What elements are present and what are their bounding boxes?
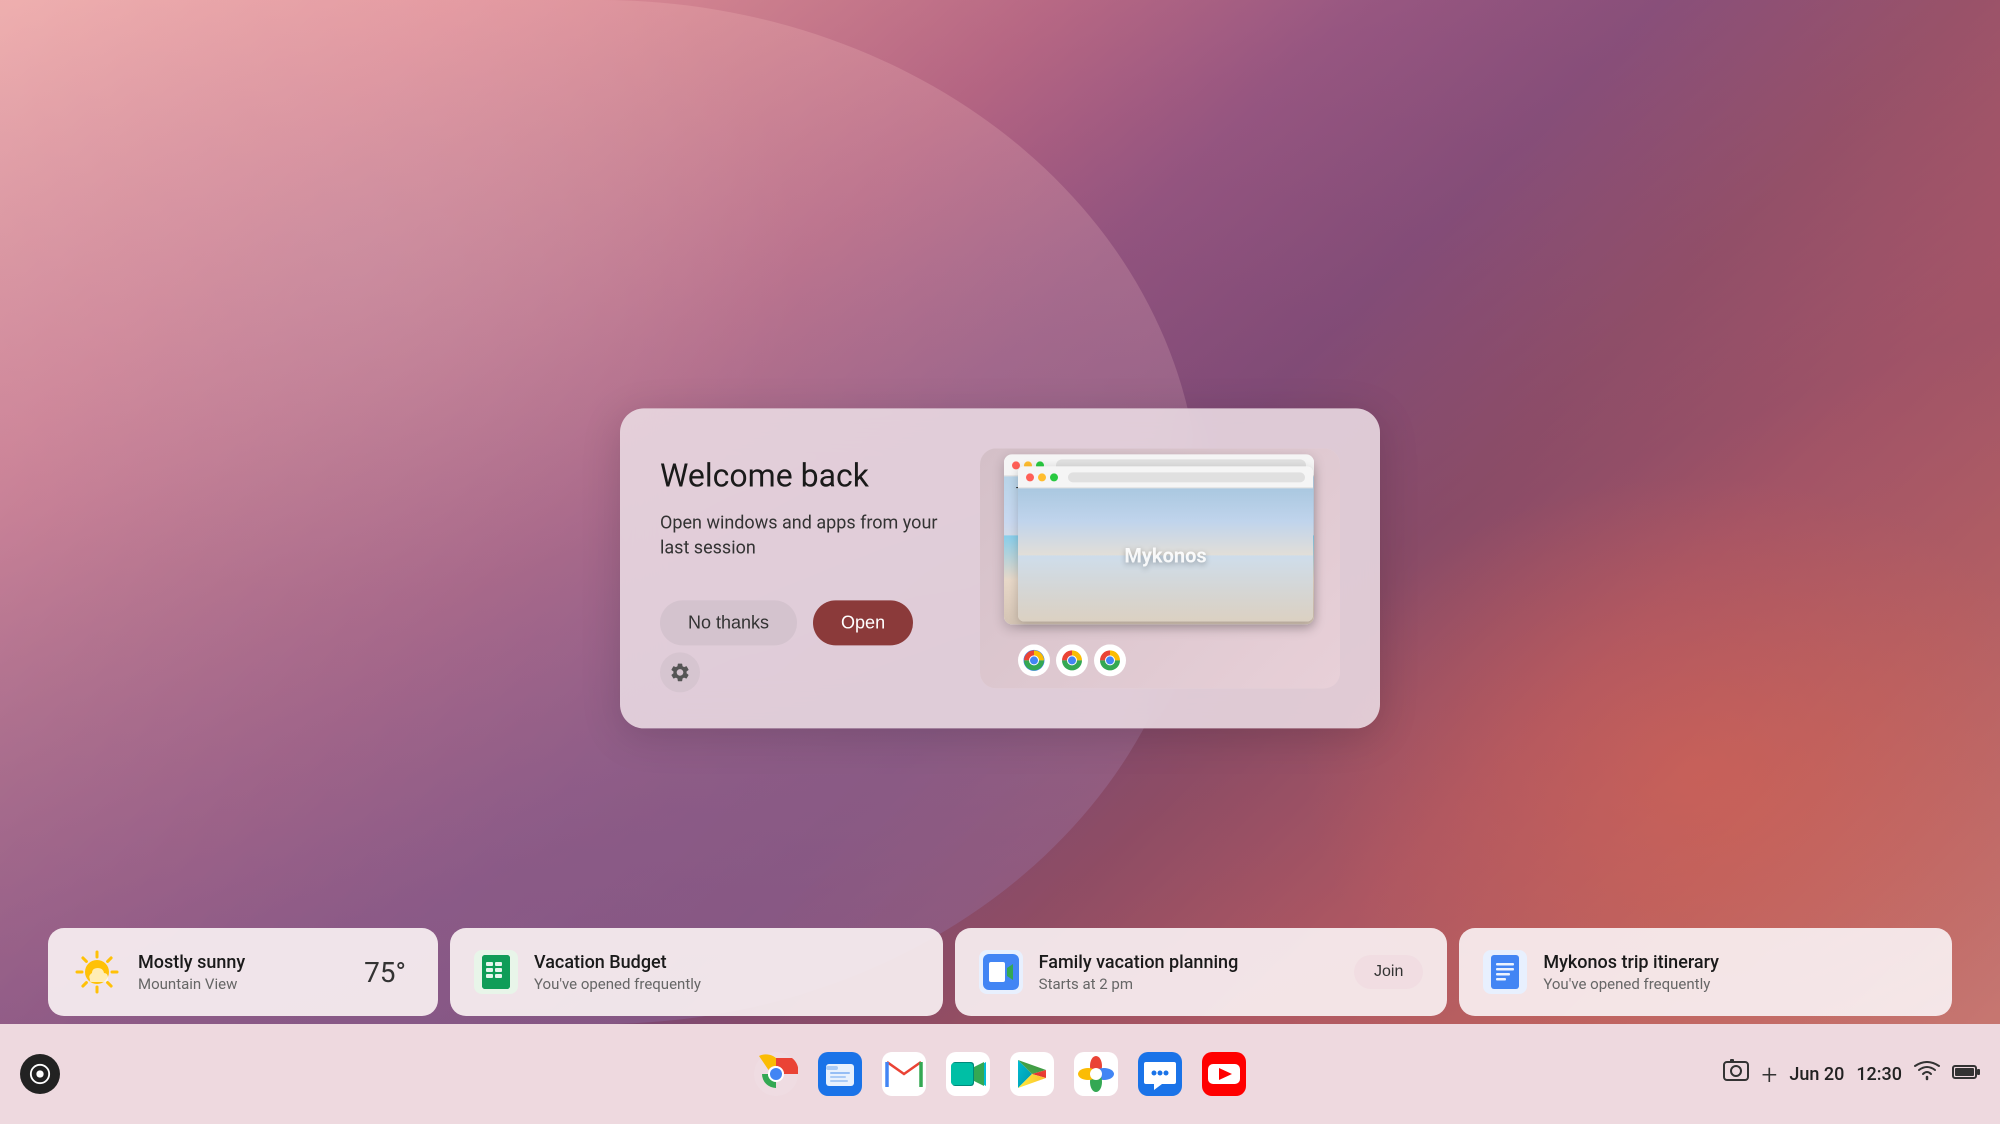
vacation-budget-text: Vacation Budget You've opened frequently [534,952,919,993]
family-vacation-card[interactable]: Family vacation planning Starts at 2 pm … [955,928,1448,1016]
screenshot-icon[interactable] [1722,1057,1750,1091]
family-vacation-text: Family vacation planning Starts at 2 pm [1039,952,1338,993]
browser-url-front [1068,472,1305,482]
chrome-icon-3 [1094,644,1126,676]
mykonos-itinerary-card[interactable]: Mykonos trip itinerary You've opened fre… [1459,928,1952,1016]
mykonos-label: Mykonos [1124,543,1206,567]
dialog-settings-button[interactable] [660,652,700,692]
welcome-dialog: Welcome back Open windows and apps from … [620,408,1380,728]
browser-window-front: Mykonos [1018,466,1313,621]
sheets-icon [474,950,518,994]
suggestion-bar: Mostly sunny Mountain View 75° Vacation … [48,928,1952,1016]
vacation-budget-title: Vacation Budget [534,952,919,973]
shelf-apps [748,1046,1252,1102]
dialog-left: Welcome back Open windows and apps from … [660,448,948,645]
gmail-app-icon[interactable] [876,1046,932,1102]
screenshot-preview: TRAVEL THE WORLD Mykonos Mykonos [980,448,1340,688]
files-app-icon[interactable] [812,1046,868,1102]
shelf-right: + Jun 20 12:30 [1722,1057,1980,1091]
session-preview: TRAVEL THE WORLD Mykonos Mykonos [980,448,1340,688]
wifi-icon[interactable] [1914,1061,1940,1087]
vacation-budget-card[interactable]: Vacation Budget You've opened frequently [450,928,943,1016]
weather-text: Mostly sunny Mountain View [138,952,348,993]
join-button[interactable]: Join [1354,955,1423,989]
no-thanks-button[interactable]: No thanks [660,601,797,646]
open-button[interactable]: Open [813,601,913,646]
shelf: + Jun 20 12:30 [0,1024,2000,1124]
photos-app-icon[interactable] [1068,1046,1124,1102]
preview-chrome-icons [1018,644,1126,676]
meet-icon [979,950,1023,994]
messages-app-icon[interactable] [1132,1046,1188,1102]
max-dot-front [1050,473,1058,481]
weather-icon [72,947,122,997]
family-vacation-subtitle: Starts at 2 pm [1039,975,1338,993]
battery-icon[interactable] [1952,1062,1980,1087]
min-dot-front [1038,473,1046,481]
browser-toolbar-front [1018,466,1313,488]
mykonos-itinerary-title: Mykonos trip itinerary [1543,952,1928,973]
chrome-icon-1 [1018,644,1050,676]
shelf-left [20,1054,60,1094]
front-browser-content: Mykonos [1018,488,1313,621]
close-dot-front [1026,473,1034,481]
chrome-app-icon[interactable] [748,1046,804,1102]
dialog-buttons: No thanks Open [660,601,948,646]
launcher-button[interactable] [20,1054,60,1094]
weather-location: Mountain View [138,975,348,993]
youtube-app-icon[interactable] [1196,1046,1252,1102]
time-display[interactable]: 12:30 [1856,1064,1902,1085]
mykonos-itinerary-text: Mykonos trip itinerary You've opened fre… [1543,952,1928,993]
docs-icon [1483,950,1527,994]
vacation-budget-subtitle: You've opened frequently [534,975,919,993]
meet-app-icon[interactable] [940,1046,996,1102]
weather-temperature: 75° [364,956,406,989]
date-display[interactable]: Jun 20 [1789,1064,1844,1085]
add-icon[interactable]: + [1762,1058,1778,1091]
dialog-description: Open windows and apps from your last ses… [660,510,948,560]
weather-condition: Mostly sunny [138,952,348,973]
play-app-icon[interactable] [1004,1046,1060,1102]
weather-card[interactable]: Mostly sunny Mountain View 75° [48,928,438,1016]
mykonos-itinerary-subtitle: You've opened frequently [1543,975,1928,993]
family-vacation-title: Family vacation planning [1039,952,1338,973]
dialog-title: Welcome back [660,456,948,494]
chrome-icon-2 [1056,644,1088,676]
